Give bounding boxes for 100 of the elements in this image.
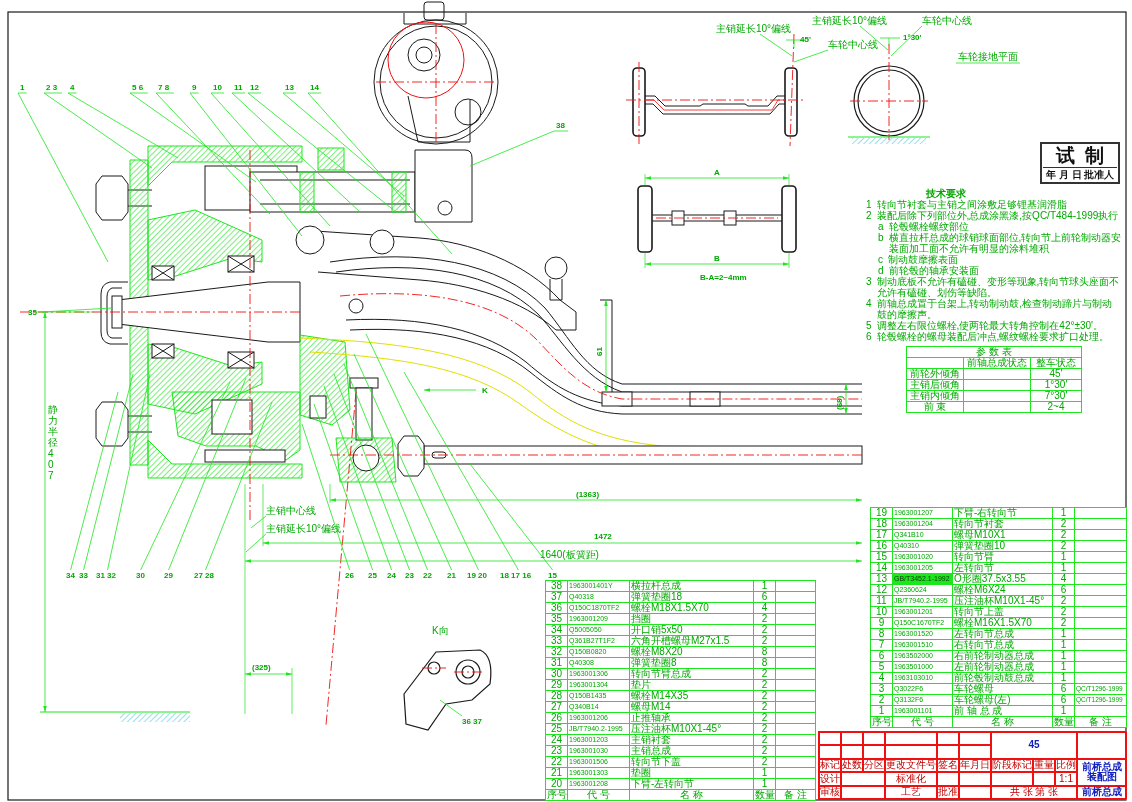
quantity: 4 [1052,573,1075,585]
item-number: 2 [866,210,872,221]
wheel [637,185,653,253]
quantity: 2 [753,701,776,713]
part-name: 主销衬套 [629,734,754,746]
column-header: 名 称 [952,716,1053,728]
row-number: 26 [545,712,568,724]
row-number: 14 [870,562,893,574]
part-name: O形圈37.5x3.55 [952,573,1053,585]
blank-field [963,368,1031,380]
quantity: 2 [1052,518,1075,530]
dimension-line [844,383,848,415]
leader-line [955,62,1021,64]
leader-line [890,25,923,57]
row-number: 11 [870,595,893,607]
view-arrow [423,388,477,392]
title-block-label: 年月日 [959,758,991,773]
section-title: 技术要求 [926,188,966,199]
row-number: 8 [870,628,893,640]
axis-note: 主销中心线 [266,505,316,516]
column-header: 前轴总成状态 [963,357,1031,369]
callout-number: 10 [213,83,222,92]
part-name: 螺母M14 [629,701,754,713]
title-block-label: 标记 [819,758,841,773]
callout-number: 19 20 [467,571,488,580]
entry-field [937,745,959,759]
column-header: 备 注 [1074,716,1127,728]
ground-hatch [120,713,190,722]
row-number: 27 [545,701,568,713]
parameter-name: 前 束 [906,401,964,413]
part-name: 螺栓M14X35 [629,690,754,702]
column-header: 整车状态 [1030,357,1082,369]
part-name: 主销总成 [629,745,754,757]
entry-field [959,772,991,786]
parameter-value: 45' [1030,368,1082,380]
row-number: 25 [545,723,568,735]
title-block-label: 比例 [1055,758,1077,773]
blank-field [963,401,1031,413]
hex-nut [397,435,425,477]
leader-line [859,25,889,51]
row-number: 31 [545,657,568,669]
callout-number: 27 28 [194,571,215,580]
row-number: 32 [545,646,568,658]
wheel [632,67,646,137]
part-name: 六角开槽螺母M27x1.5 [629,635,754,647]
bearing [151,265,175,281]
stamp-title: 试制 [1043,145,1118,168]
requirement-text: 制动底板不允许有磕碰、变形等现象,转向节球头座面不允许有磕碰、划伤等缺陷。 [876,276,1121,298]
part-name: 右前轮制动器总成 [952,650,1053,662]
requirement-text: 轮毂螺栓螺纹部位 [888,221,969,232]
quantity: 1 [753,580,776,592]
title-block-label: 设计 [819,772,841,786]
part-name: 右转向节总成 [952,639,1053,651]
wheel [784,67,798,137]
table-title: 参 数 表 [906,346,1082,358]
blank-field [963,379,1031,391]
row-number: 38 [545,580,568,592]
leader-line [439,699,463,717]
ground-label: 车轮接地平面 [958,51,1018,62]
item-number: 4 [866,298,872,311]
dimension-value: (1363) [576,490,600,499]
callout-number: 26 [345,571,354,580]
view-title: K向 [432,625,449,636]
title-block-label: 审核 [819,785,841,799]
row-number: 12 [870,584,893,596]
callout-number: 12 [250,83,259,92]
wheel [781,185,797,253]
quantity: 8 [753,646,776,658]
blank-field [906,357,964,369]
blank-field [963,390,1031,402]
part-name: 转向节上盖 [952,606,1053,618]
requirement-text: 轮毂螺栓的螺母装配后冲点,螺纹螺栓要求扩口处理。 [876,331,1110,342]
quantity: 2 [1052,617,1075,629]
parameter-value: 7°30' [1030,390,1082,402]
entry-field [863,745,885,759]
callout-number: 13 [285,83,294,92]
angle-value: 45' [800,35,811,44]
dimension-value: (68) [835,395,844,410]
column-header: 序号 [870,716,893,728]
spring-pad [689,391,721,407]
part-name: 弹簧垫圈8 [629,657,754,669]
title-block-label: 更改文件号 [885,758,937,773]
part-name: 下臂-右转向节 [952,507,1053,519]
quantity: 2 [1052,595,1075,607]
stamp-caption: 年 月 日 批准人 [1045,168,1116,181]
sheet-count: 共 张 第 张 [991,785,1077,799]
row-number: 20 [545,778,568,790]
entry-field [991,772,1033,786]
part-name: 横拉杆总成 [629,580,754,592]
column-header: 代 号 [892,716,953,728]
column-header: 备 注 [775,789,816,801]
part-name: 转向节下盖 [629,756,754,768]
quantity: 2 [753,712,776,724]
row-number: 4 [870,672,893,684]
axis-label: 主销延长10°偏线 [812,15,888,26]
row-number: 7 [870,639,893,651]
part-name: 螺母M10X1 [952,529,1053,541]
dimension-label: A [714,168,720,177]
part-name: 转向节衬套 [952,518,1053,530]
callout-number: 4 [70,83,75,92]
